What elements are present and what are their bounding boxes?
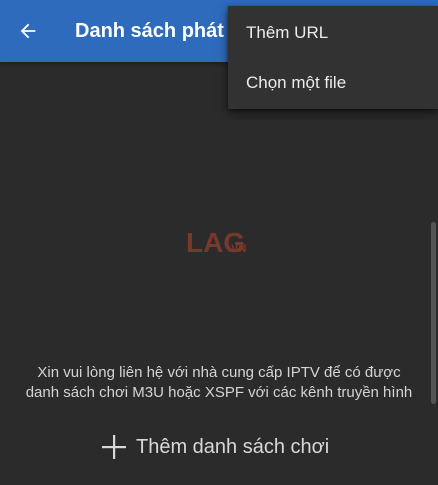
add-playlist-button[interactable]: Thêm danh sách chơi (100, 432, 329, 462)
menu-item-add-url[interactable]: Thêm URL (228, 8, 438, 56)
add-playlist-label: Thêm danh sách chơi (136, 436, 330, 458)
back-button[interactable] (14, 17, 42, 45)
empty-state-line-2: danh sách chơi M3U hoặc XSPF với các kên… (25, 384, 413, 401)
menu-item-label: Chọn một file (246, 73, 347, 92)
plus-icon (102, 435, 126, 459)
empty-state-message: Xin vui lòng liên hệ với nhà cung cấp IP… (0, 363, 438, 403)
watermark-logo: LAG .VN (186, 227, 246, 258)
overflow-menu: Thêm URL Chọn một file (228, 6, 438, 109)
menu-item-label: Thêm URL (246, 23, 329, 42)
empty-state-line-1: Xin vui lòng liên hệ với nhà cung cấp IP… (37, 364, 401, 381)
page-title: Danh sách phát (75, 20, 224, 42)
watermark-suffix: .VN (228, 243, 246, 255)
arrow-left-icon (20, 23, 36, 39)
menu-item-choose-file[interactable]: Chọn một file (228, 58, 438, 106)
